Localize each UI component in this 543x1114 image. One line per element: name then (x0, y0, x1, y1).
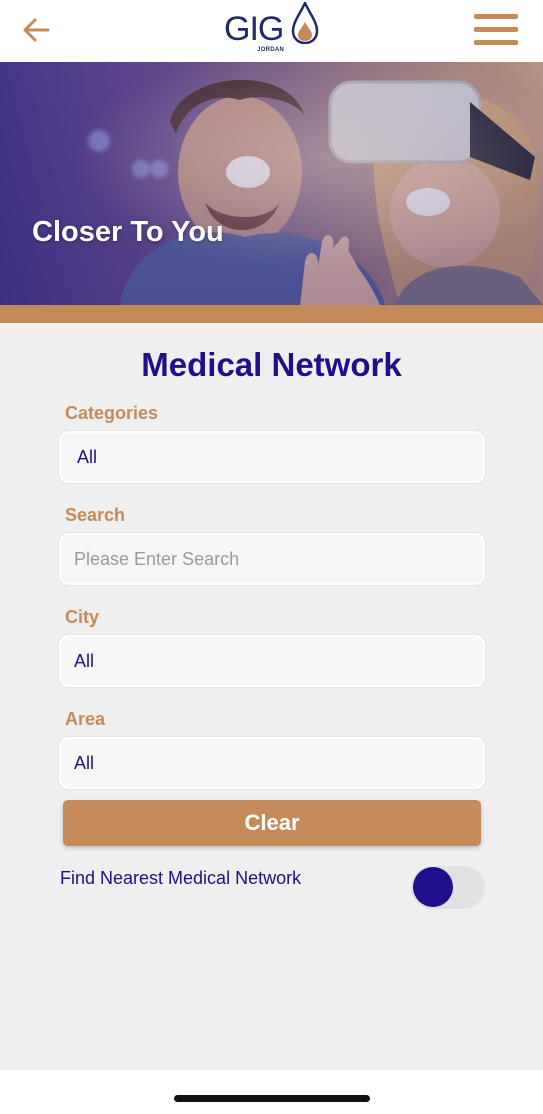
search-input[interactable] (61, 535, 483, 583)
menu-bar-top (474, 14, 518, 19)
categories-label: Categories (65, 403, 159, 423)
city-value: All (74, 651, 95, 671)
area-select[interactable]: All (59, 737, 485, 789)
categories-select[interactable]: All (59, 431, 485, 483)
back-button[interactable] (18, 12, 54, 48)
page-title: Medical Network (141, 346, 402, 383)
hero-title: Closer To You (32, 216, 224, 248)
categories-value: All (77, 447, 98, 467)
menu-button[interactable] (474, 14, 518, 46)
bottom-safe-area (0, 1070, 543, 1114)
area-value: All (74, 753, 95, 773)
city-label: City (65, 607, 100, 627)
hero-banner: Closer To You (0, 62, 543, 305)
search-field (59, 533, 485, 585)
find-nearest-toggle[interactable] (411, 866, 485, 909)
drop-flame-icon (291, 2, 319, 44)
area-label: Area (65, 709, 106, 729)
menu-bar-middle (474, 27, 518, 32)
city-select[interactable]: All (59, 635, 485, 687)
search-label: Search (65, 505, 126, 525)
app-screen: GIG JORDAN Closer To You Medical Network… (0, 0, 543, 1114)
logo-text: GIG (224, 10, 284, 48)
arrow-left-icon (23, 18, 50, 42)
accent-band (0, 305, 543, 323)
gig-logo: GIG JORDAN (224, 2, 324, 58)
find-nearest-label: Find Nearest Medical Network (60, 868, 302, 888)
toggle-knob (413, 867, 453, 907)
hero-overlay (0, 62, 543, 305)
menu-bar-bottom (474, 40, 518, 45)
clear-button[interactable]: Clear (63, 800, 481, 846)
home-indicator[interactable] (174, 1095, 370, 1102)
logo-subtext: JORDAN (257, 47, 285, 53)
top-bar: GIG JORDAN (0, 0, 543, 62)
